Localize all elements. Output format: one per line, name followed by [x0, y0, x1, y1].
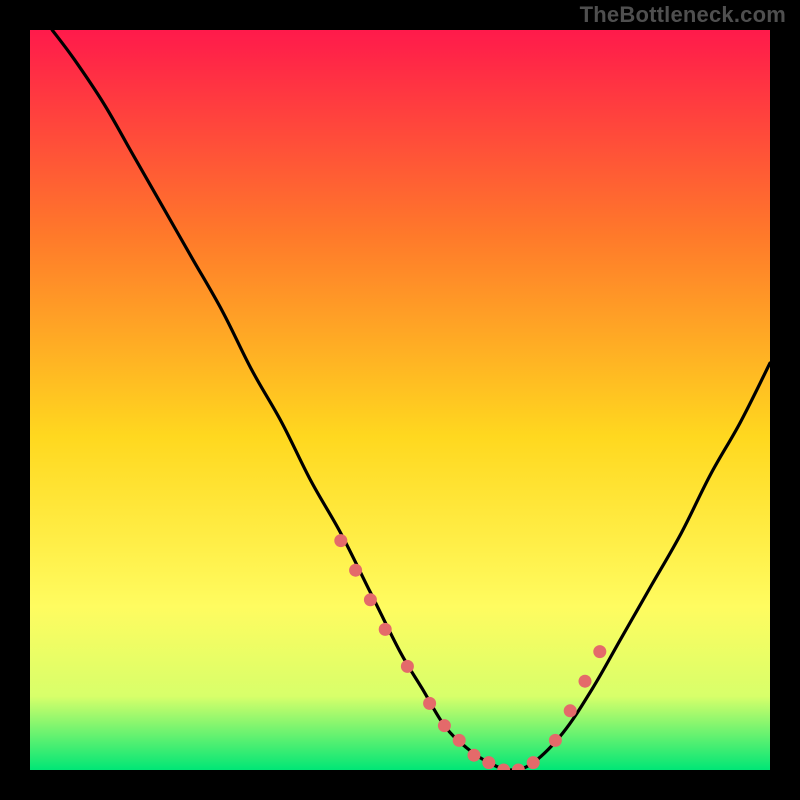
curve-marker	[468, 749, 481, 762]
curve-marker	[527, 756, 540, 769]
chart-svg	[30, 30, 770, 770]
curve-marker	[349, 564, 362, 577]
curve-marker	[453, 734, 466, 747]
curve-marker	[379, 623, 392, 636]
curve-marker	[549, 734, 562, 747]
curve-marker	[423, 697, 436, 710]
bottleneck-chart	[30, 30, 770, 770]
curve-marker	[364, 593, 377, 606]
curve-marker	[579, 675, 592, 688]
curve-marker	[334, 534, 347, 547]
curve-marker	[482, 756, 495, 769]
curve-marker	[438, 719, 451, 732]
curve-marker	[401, 660, 414, 673]
chart-background	[30, 30, 770, 770]
watermark-text: TheBottleneck.com	[580, 2, 786, 28]
curve-marker	[564, 704, 577, 717]
curve-marker	[593, 645, 606, 658]
chart-frame: TheBottleneck.com	[0, 0, 800, 800]
